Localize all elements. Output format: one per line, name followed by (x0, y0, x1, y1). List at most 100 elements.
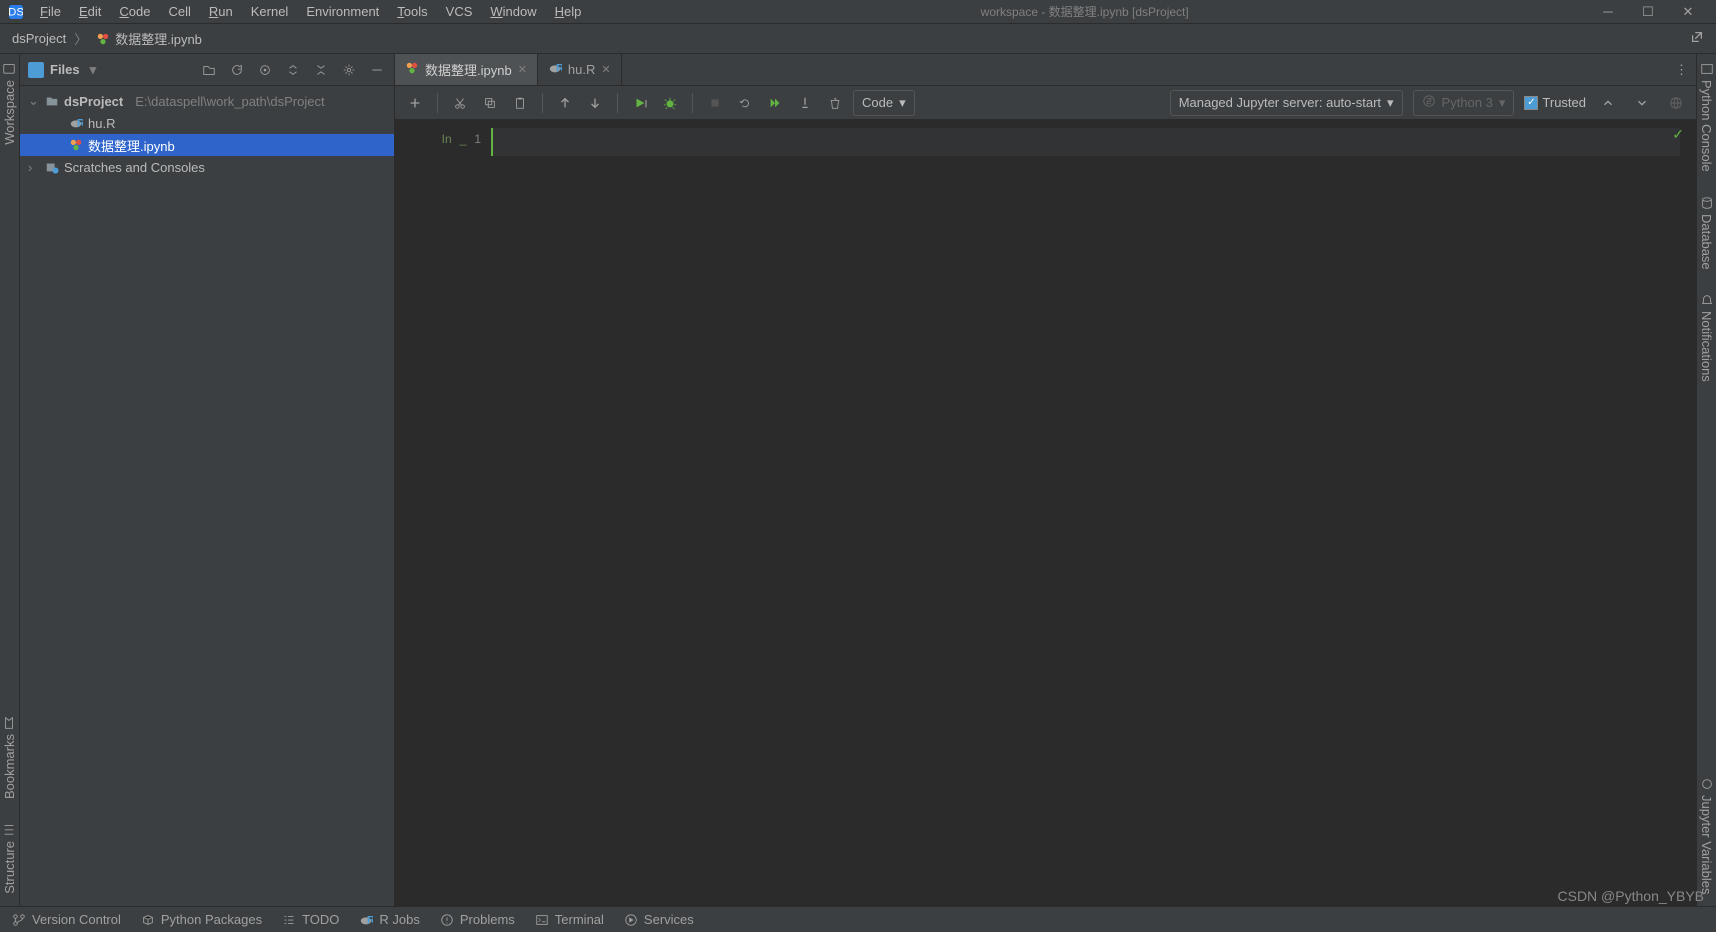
bookmarks-tool-button[interactable]: Bookmarks (2, 716, 17, 799)
tab-hu-r[interactable]: R hu.R ✕ (538, 54, 622, 85)
tab-label: hu.R (568, 62, 595, 77)
version-control-button[interactable]: Version Control (12, 912, 121, 927)
minimize-panel-icon[interactable]: ─ (368, 61, 386, 79)
python-packages-button[interactable]: Python Packages (141, 912, 262, 927)
watermark-text: CSDN @Python_YBYB (1558, 888, 1705, 904)
packages-icon (141, 913, 155, 927)
problems-icon (440, 913, 454, 927)
close-button[interactable]: ✕ (1676, 4, 1700, 20)
python-console-tool-button[interactable]: Python Console (1699, 62, 1714, 172)
notebook-icon (68, 137, 84, 153)
workspace-tool-button[interactable]: Workspace (2, 62, 17, 145)
move-up-button[interactable] (553, 91, 577, 115)
main-area: Workspace Bookmarks Structure Files ▾ (0, 54, 1716, 906)
notebook-body[interactable]: ✓ In _ 1 (395, 120, 1696, 906)
inspection-ok-icon[interactable]: ✓ (1672, 126, 1684, 143)
menu-run[interactable]: Run (201, 2, 241, 21)
project-panel-title[interactable]: Files ▾ (28, 62, 96, 78)
tree-file-notebook[interactable]: 数据整理.ipynb (20, 134, 394, 156)
restart-button[interactable] (733, 91, 757, 115)
select-opened-file-icon[interactable] (200, 61, 218, 79)
copy-button[interactable] (478, 91, 502, 115)
services-button[interactable]: Services (624, 912, 694, 927)
kernel-dropdown[interactable]: Python 3 ▾ (1413, 90, 1515, 116)
menu-window[interactable]: Window (482, 2, 544, 21)
project-tree: ⌄ dsProject E:\dataspell\work_path\dsPro… (20, 86, 394, 906)
expand-icon: › (28, 160, 40, 175)
app-icon: DS (4, 0, 28, 24)
notebook-icon (95, 31, 111, 47)
r-jobs-button[interactable]: R R Jobs (359, 912, 419, 927)
breadcrumb-file-label: 数据整理.ipynb (115, 29, 202, 48)
cell-editor[interactable] (491, 128, 1680, 156)
delete-cell-button[interactable] (823, 91, 847, 115)
menu-vcs[interactable]: VCS (438, 2, 481, 21)
next-cell-button[interactable] (1630, 91, 1654, 115)
maximize-button[interactable]: ☐ (1636, 4, 1660, 20)
jupyter-variables-tool-button[interactable]: Jupyter Variables (1699, 777, 1714, 894)
expand-all-icon[interactable] (284, 61, 302, 79)
breadcrumb-root-label: dsProject (12, 31, 66, 46)
close-tab-icon[interactable]: ✕ (518, 63, 527, 76)
stop-button[interactable] (703, 91, 727, 115)
todo-button[interactable]: TODO (282, 912, 339, 927)
terminal-button[interactable]: Terminal (535, 912, 604, 927)
prev-cell-button[interactable] (1596, 91, 1620, 115)
svg-text:R: R (556, 63, 562, 75)
database-tool-button[interactable]: Database (1699, 196, 1714, 270)
menu-environment[interactable]: Environment (298, 2, 387, 21)
collapse-all-icon[interactable] (312, 61, 330, 79)
tree-root-label: dsProject (64, 94, 123, 109)
menu-tools[interactable]: Tools (389, 2, 435, 21)
structure-tool-button[interactable]: Structure (2, 823, 17, 894)
tree-file-label: hu.R (88, 116, 115, 131)
run-all-button[interactable] (763, 91, 787, 115)
paste-button[interactable] (508, 91, 532, 115)
notifications-tool-button[interactable]: Notifications (1699, 293, 1714, 382)
tab-notebook[interactable]: 数据整理.ipynb ✕ (395, 54, 538, 85)
open-in-new-icon[interactable] (1690, 30, 1704, 47)
menu-help[interactable]: Help (547, 2, 590, 21)
target-icon[interactable] (256, 61, 274, 79)
menu-file[interactable]: File (32, 2, 69, 21)
tree-file-hu-r[interactable]: R hu.R (20, 112, 394, 134)
tab-options-icon[interactable]: ⋮ (1667, 54, 1696, 85)
minimize-button[interactable]: ─ (1596, 4, 1620, 20)
cut-button[interactable] (448, 91, 472, 115)
breadcrumb-separator: 〉 (74, 29, 87, 48)
close-tab-icon[interactable]: ✕ (601, 63, 610, 76)
gear-icon[interactable] (340, 61, 358, 79)
breadcrumb-root[interactable]: dsProject (8, 29, 70, 48)
add-cell-button[interactable] (403, 91, 427, 115)
menu-cell[interactable]: Cell (160, 2, 198, 21)
code-cell[interactable]: In _ 1 (411, 128, 1680, 156)
chevron-down-icon: ▾ (90, 62, 97, 78)
move-down-button[interactable] (583, 91, 607, 115)
editor-area: 数据整理.ipynb ✕ R hu.R ✕ ⋮ (395, 54, 1696, 906)
debug-button[interactable] (658, 91, 682, 115)
menu-code[interactable]: Code (111, 2, 158, 21)
chevron-down-icon: ▾ (1499, 95, 1506, 111)
menubar: File Edit Code Cell Run Kernel Environme… (32, 2, 589, 21)
menu-kernel[interactable]: Kernel (243, 2, 297, 21)
titlebar: DS File Edit Code Cell Run Kernel Enviro… (0, 0, 1716, 24)
run-cell-button[interactable]: I (628, 91, 652, 115)
browser-icon[interactable] (1664, 91, 1688, 115)
breadcrumb-file[interactable]: 数据整理.ipynb (91, 27, 206, 50)
jupyter-server-dropdown[interactable]: Managed Jupyter server: auto-start ▾ (1170, 90, 1403, 116)
tree-root-dsproject[interactable]: ⌄ dsProject E:\dataspell\work_path\dsPro… (20, 90, 394, 112)
cell-line-number: 1 (474, 132, 481, 146)
cell-type-dropdown[interactable]: Code ▾ (853, 90, 915, 116)
svg-text:R: R (367, 914, 373, 926)
files-icon (28, 62, 44, 78)
menu-edit[interactable]: Edit (71, 2, 109, 21)
tree-scratches[interactable]: › Scratches and Consoles (20, 156, 394, 178)
services-icon (624, 913, 638, 927)
bottom-tool-bar: Version Control Python Packages TODO R R… (0, 906, 1716, 932)
problems-button[interactable]: Problems (440, 912, 515, 927)
cell-in-label: In (442, 132, 452, 146)
trusted-checkbox[interactable]: ✓ Trusted (1524, 95, 1586, 110)
checkbox-icon: ✓ (1524, 96, 1538, 110)
refresh-icon[interactable] (228, 61, 246, 79)
interrupt-button[interactable] (793, 91, 817, 115)
